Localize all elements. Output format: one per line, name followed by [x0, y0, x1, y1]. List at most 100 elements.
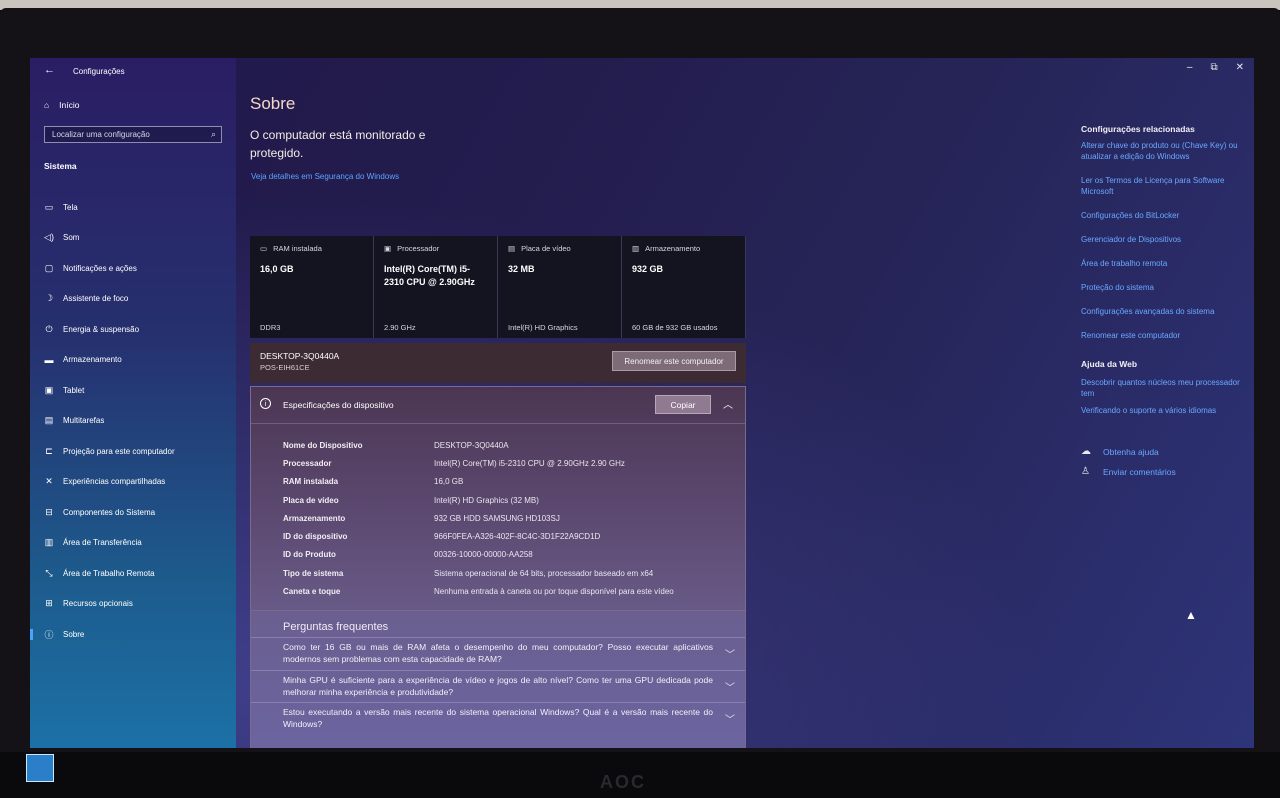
- sidebar-item-componentes[interactable]: ⊟ Componentes do Sistema: [44, 497, 175, 528]
- related-link[interactable]: Ler os Termos de Licença para Software M…: [1081, 175, 1251, 197]
- sidebar-item-label: Sobre: [63, 629, 85, 639]
- related-link[interactable]: Configurações avançadas do sistema: [1081, 306, 1251, 317]
- sidebar: ← Configurações ⌂ Início Localizar uma c…: [30, 58, 236, 748]
- card-sub: Intel(R) HD Graphics: [508, 323, 578, 332]
- notification-icon: ▢: [44, 262, 54, 273]
- sidebar-item-assistente-foco[interactable]: ☽ Assistente de foco: [44, 284, 175, 315]
- search-placeholder: Localizar uma configuração: [52, 130, 150, 139]
- card-ram: ▭ RAM instalada 16,0 GB DDR3: [250, 236, 374, 338]
- sidebar-item-label: Recursos opcionais: [63, 599, 133, 609]
- card-value: 16,0 GB: [260, 264, 294, 274]
- back-arrow-icon[interactable]: ←: [44, 64, 55, 76]
- spec-row: Nome do Dispositivo DESKTOP-3Q0440A: [283, 436, 674, 454]
- chevron-down-icon: ﹀: [725, 683, 735, 694]
- related-link[interactable]: Gerenciador de Dispositivos: [1081, 234, 1251, 245]
- sidebar-item-transferencia[interactable]: ▥ Área de Transferência: [44, 528, 175, 559]
- pc-name-panel: DESKTOP-3Q0440A POS-EIH61CE Renomear est…: [250, 343, 746, 383]
- info-icon: ⓘ: [44, 629, 54, 640]
- chevron-up-icon[interactable]: ︿: [723, 396, 733, 411]
- card-sub: DDR3: [260, 323, 281, 332]
- spec-row: Armazenamento 932 GB HDD SAMSUNG HD103SJ: [283, 509, 674, 527]
- chat-help-icon: ☁: [1081, 446, 1091, 457]
- spec-key: Armazenamento: [283, 513, 346, 523]
- related-link[interactable]: Alterar chave do produto ou (Chave Key) …: [1081, 140, 1251, 162]
- spec-value: Intel(R) Core(TM) i5-2310 CPU @ 2.90GHz …: [434, 458, 625, 468]
- web-link[interactable]: Descobrir quantos núcleos meu processado…: [1081, 377, 1251, 399]
- chevron-down-icon: ﹀: [725, 650, 735, 661]
- nav-home[interactable]: ⌂ Início: [44, 100, 79, 110]
- energy-badge-icon: [26, 754, 54, 782]
- spec-row: Processador Intel(R) Core(TM) i5-2310 CPU…: [283, 454, 674, 472]
- related-link[interactable]: Proteção do sistema: [1081, 282, 1251, 293]
- related-link[interactable]: Configurações do BitLocker: [1081, 210, 1251, 221]
- sidebar-item-multitarefas[interactable]: ▤ Multitarefas: [44, 406, 175, 437]
- faq-question: Estou executando a versão mais recente d…: [283, 707, 713, 729]
- security-link[interactable]: Veja detalhes em Segurança do Windows: [251, 172, 399, 181]
- spec-value: 00326-10000-00000-AA258: [434, 550, 533, 560]
- sidebar-item-label: Experiências compartilhadas: [63, 477, 166, 487]
- spec-key: Processador: [283, 458, 332, 468]
- home-icon: ⌂: [44, 100, 50, 110]
- sidebar-item-experiencias[interactable]: ✕ Experiências compartilhadas: [44, 467, 175, 498]
- sidebar-item-label: Tela: [63, 202, 78, 212]
- faq-item[interactable]: Estou executando a versão mais recente d…: [251, 702, 745, 734]
- maximize-icon[interactable]: ⧉: [1210, 62, 1217, 73]
- related-link[interactable]: Área de trabalho remota: [1081, 258, 1251, 269]
- sidebar-item-label: Multitarefas: [63, 416, 105, 426]
- get-help-link[interactable]: ☁ Obtenha ajuda: [1081, 446, 1251, 457]
- sidebar-item-label: Armazenamento: [63, 355, 122, 365]
- spec-value: 966F0FEA-A326-402F-8C4C-3D1F22A9CD1D: [434, 532, 601, 542]
- multitask-icon: ▤: [44, 415, 54, 426]
- sidebar-item-remota[interactable]: ⤡ Área de Trabalho Remota: [44, 558, 175, 589]
- get-help-label: Obtenha ajuda: [1103, 446, 1159, 457]
- faq-item[interactable]: Minha GPU é suficiente para a experiênci…: [251, 670, 745, 702]
- search-input[interactable]: Localizar uma configuração ⌕: [44, 126, 222, 143]
- web-help-title: Ajuda da Web: [1081, 359, 1138, 369]
- spec-key: ID do Produto: [283, 550, 336, 560]
- ram-icon: ▭: [260, 244, 268, 253]
- related-link[interactable]: Renomear este computador: [1081, 330, 1251, 341]
- display-icon: ▭: [44, 201, 54, 212]
- related-settings: Configurações relacionadas Alterar chave…: [1081, 124, 1251, 486]
- app-title: Configurações: [73, 67, 125, 76]
- settings-window: ← Configurações ⌂ Início Localizar uma c…: [30, 58, 1254, 748]
- sidebar-item-recursos[interactable]: ⊞ Recursos opcionais: [44, 589, 175, 620]
- title-bar: ← Configurações: [30, 58, 236, 84]
- sidebar-item-projecao[interactable]: ⊏ Projeção para este computador: [44, 436, 174, 467]
- faq-item[interactable]: Como ter 16 GB ou mais de RAM afeta o de…: [251, 637, 745, 669]
- faq-question: Como ter 16 GB ou mais de RAM afeta o de…: [283, 642, 713, 664]
- sidebar-item-tela[interactable]: ▭ Tela: [44, 192, 175, 223]
- card-value: 32 MB: [508, 264, 535, 274]
- spec-row: ID do dispositivo 966F0FEA-A326-402F-8C4C…: [283, 527, 674, 545]
- sidebar-item-label: Área de Trabalho Remota: [63, 568, 155, 578]
- sidebar-item-energia[interactable]: ⏻ Energia & suspensão: [44, 314, 175, 345]
- close-icon[interactable]: ✕: [1236, 62, 1244, 73]
- sidebar-item-armazenamento[interactable]: ▬ Armazenamento: [44, 345, 175, 376]
- specs-header[interactable]: i Especificações do dispositivo Copiar ︿: [251, 387, 745, 424]
- copy-button[interactable]: Copiar: [655, 395, 711, 414]
- web-link[interactable]: Verificando o suporte a vários idiomas: [1081, 405, 1251, 416]
- feedback-label: Enviar comentários: [1103, 466, 1176, 477]
- spec-rows: Nome do Dispositivo DESKTOP-3Q0440A Proce…: [283, 436, 674, 601]
- spec-cards: ▭ RAM instalada 16,0 GB DDR3 ▣ Processador…: [250, 236, 746, 338]
- spec-key: Caneta e toque: [283, 587, 341, 597]
- card-head: Placa de vídeo: [521, 244, 571, 253]
- spec-key: Tipo de sistema: [283, 568, 344, 578]
- remote-desktop-icon: ⤡: [45, 567, 53, 578]
- mouse-cursor-icon: ▲: [1185, 608, 1197, 622]
- feedback-link[interactable]: ♙ Enviar comentários: [1081, 466, 1251, 477]
- card-sub: 60 GB de 932 GB usados: [632, 323, 718, 332]
- sidebar-item-notificacoes[interactable]: ▢ Notificações e ações: [44, 253, 175, 284]
- storage-icon: ▥: [632, 244, 640, 253]
- sidebar-item-sobre[interactable]: ⓘ Sobre: [30, 619, 175, 650]
- nav-home-label: Início: [59, 100, 80, 110]
- sidebar-item-som[interactable]: ◁) Som: [44, 223, 175, 254]
- minimize-icon[interactable]: –: [1187, 62, 1193, 73]
- sidebar-item-tablet[interactable]: ▣ Tablet: [44, 375, 175, 406]
- spec-key: Nome do Dispositivo: [283, 440, 363, 450]
- spec-key: RAM instalada: [283, 477, 339, 487]
- info-icon: i: [260, 398, 271, 409]
- faq-title: Perguntas frequentes: [283, 621, 389, 633]
- rename-button[interactable]: Renomear este computador: [612, 351, 736, 371]
- sidebar-item-label: Notificações e ações: [63, 263, 137, 273]
